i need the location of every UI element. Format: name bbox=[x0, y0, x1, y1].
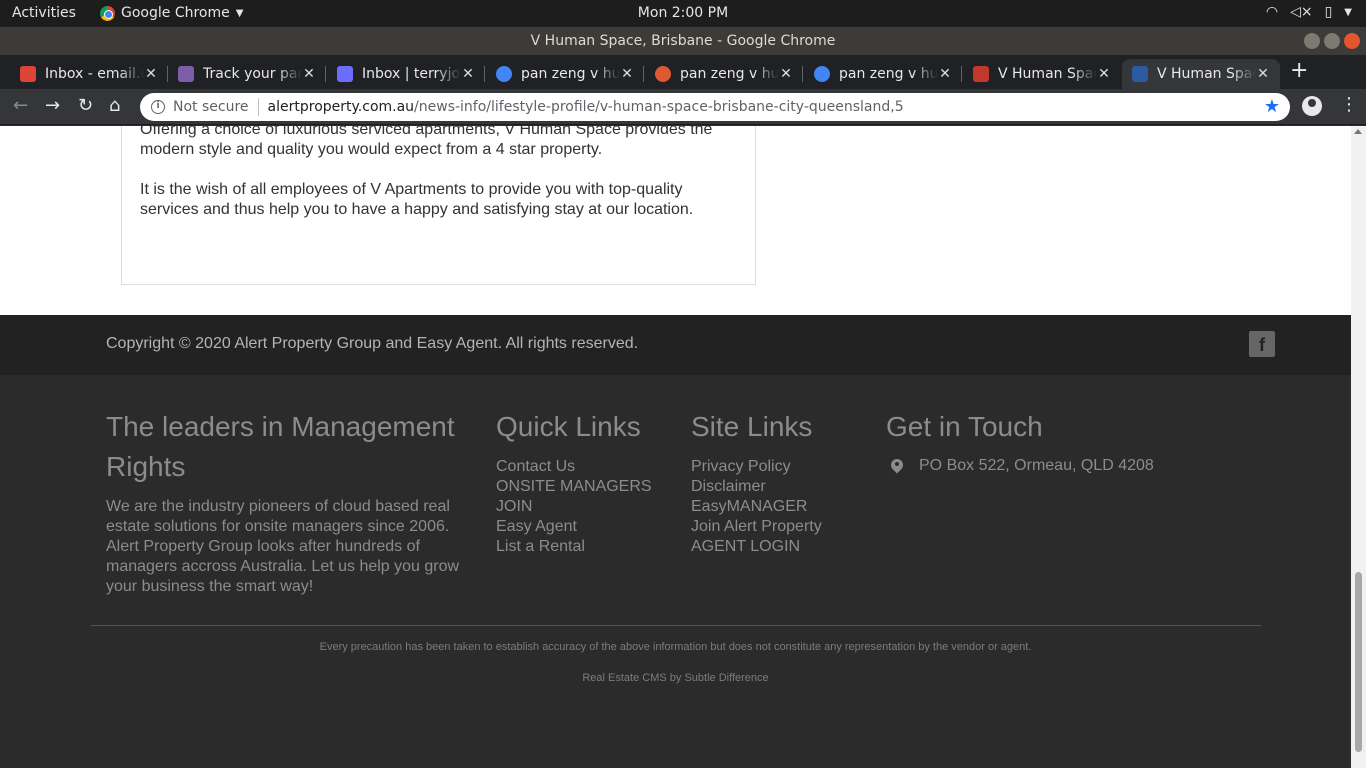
tab[interactable]: Track your parcel ✕ bbox=[168, 59, 326, 89]
scroll-up-arrow-icon[interactable] bbox=[1354, 129, 1362, 134]
forward-arrow-icon[interactable]: → bbox=[45, 97, 60, 115]
footer-about: The leaders in Management Rights We are … bbox=[106, 407, 466, 597]
contact-heading: Get in Touch bbox=[886, 411, 1043, 442]
tab[interactable]: pan zeng v hu ✕ bbox=[804, 59, 962, 89]
about-heading: The leaders in Management Rights bbox=[106, 411, 455, 482]
parcel-icon bbox=[178, 66, 194, 82]
tab[interactable]: V Human Space ✕ bbox=[963, 59, 1121, 89]
clock[interactable]: Mon 2:00 PM bbox=[0, 5, 1366, 21]
tab-strip: Inbox - email.u ✕ Track your parcel ✕ In… bbox=[0, 55, 1366, 89]
close-icon[interactable]: ✕ bbox=[779, 66, 793, 82]
tab-label: Inbox - email.u bbox=[45, 66, 144, 82]
link-list-a-rental[interactable]: List a Rental bbox=[496, 537, 652, 557]
tab-label: pan zeng v hu bbox=[521, 66, 620, 82]
footer-site-links: Site Links Privacy Policy Disclaimer Eas… bbox=[691, 407, 822, 557]
link-privacy-policy[interactable]: Privacy Policy bbox=[691, 457, 822, 477]
caret-down-icon: ▼ bbox=[1344, 7, 1352, 18]
link-contact-us[interactable]: Contact Us bbox=[496, 457, 652, 477]
link-disclaimer[interactable]: Disclaimer bbox=[691, 477, 822, 497]
link-easy-agent[interactable]: Easy Agent bbox=[496, 517, 652, 537]
site-footer: The leaders in Management Rights We are … bbox=[0, 375, 1351, 768]
footer-quick-links: Quick Links Contact Us ONSITE MANAGERS J… bbox=[496, 407, 652, 557]
volume-muted-icon: ◁× bbox=[1290, 4, 1313, 20]
minimize-button[interactable] bbox=[1304, 33, 1320, 49]
maximize-button[interactable] bbox=[1324, 33, 1340, 49]
link-join[interactable]: JOIN bbox=[496, 497, 652, 517]
close-icon[interactable]: ✕ bbox=[620, 66, 634, 82]
tab-active[interactable]: V Human Space ✕ bbox=[1122, 59, 1280, 89]
article-box: Offering a choice of luxurious serviced … bbox=[121, 126, 756, 285]
window-title: V Human Space, Brisbane - Google Chrome bbox=[530, 33, 836, 49]
tab[interactable]: Inbox - email.u ✕ bbox=[10, 59, 168, 89]
tab-label: V Human Space bbox=[1157, 66, 1256, 82]
close-icon[interactable]: ✕ bbox=[1097, 66, 1111, 82]
google-icon bbox=[496, 66, 512, 82]
close-icon[interactable]: ✕ bbox=[461, 66, 475, 82]
facebook-icon[interactable]: f bbox=[1249, 331, 1275, 357]
window-controls bbox=[1304, 33, 1360, 49]
page-scrollbar[interactable] bbox=[1351, 126, 1366, 768]
tab-label: pan zeng v hu bbox=[839, 66, 938, 82]
close-window-button[interactable] bbox=[1344, 33, 1360, 49]
close-icon[interactable]: ✕ bbox=[144, 66, 158, 82]
footer-divider bbox=[91, 625, 1261, 626]
account-icon[interactable] bbox=[1302, 96, 1322, 116]
copyright-text: Copyright © 2020 Alert Property Group an… bbox=[106, 335, 639, 352]
link-onsite-managers[interactable]: ONSITE MANAGERS bbox=[496, 477, 652, 497]
divider bbox=[257, 98, 259, 116]
browser-toolbar: ← → ↻ ⌂ i Not secure alertproperty.com.a… bbox=[0, 89, 1366, 125]
about-text: We are the industry pioneers of cloud ba… bbox=[106, 498, 460, 595]
tab-label: Track your parcel bbox=[203, 66, 302, 82]
address: PO Box 522, Ormeau, QLD 4208 bbox=[886, 457, 1154, 475]
url-path: /news-info/lifestyle-profile/v-human-spa… bbox=[414, 99, 904, 115]
address-text: PO Box 522, Ormeau, QLD 4208 bbox=[919, 457, 1154, 474]
alert-property-icon bbox=[973, 66, 989, 82]
system-tray[interactable]: ◠ ◁× ▯ ▼ bbox=[1266, 4, 1352, 20]
gmail-icon bbox=[20, 66, 36, 82]
page-viewport: Offering a choice of luxurious serviced … bbox=[0, 126, 1351, 768]
home-icon bbox=[1132, 66, 1148, 82]
link-easymanager[interactable]: EasyMANAGER bbox=[691, 497, 822, 517]
kebab-menu-icon[interactable]: ⋮ bbox=[1340, 94, 1358, 115]
copyright-bar: Copyright © 2020 Alert Property Group an… bbox=[0, 315, 1351, 375]
tab-label: V Human Space bbox=[998, 66, 1097, 82]
footer-contact: Get in Touch PO Box 522, Ormeau, QLD 420… bbox=[886, 407, 1154, 475]
close-icon[interactable]: ✕ bbox=[1256, 66, 1270, 82]
home-icon[interactable]: ⌂ bbox=[109, 97, 120, 115]
site-links-heading: Site Links bbox=[691, 411, 813, 442]
article-paragraph: It is the wish of all employees of V Apa… bbox=[140, 181, 694, 218]
tab[interactable]: pan zeng v hu ✕ bbox=[645, 59, 803, 89]
google-icon bbox=[814, 66, 830, 82]
close-icon[interactable]: ✕ bbox=[302, 66, 316, 82]
back-arrow-icon[interactable]: ← bbox=[13, 97, 28, 115]
security-status[interactable]: Not secure bbox=[173, 99, 249, 115]
disclaimer-text: Every precaution has been taken to estab… bbox=[319, 641, 1032, 653]
window-title-bar: V Human Space, Brisbane - Google Chrome bbox=[0, 27, 1366, 55]
tab[interactable]: pan zeng v hu ✕ bbox=[486, 59, 644, 89]
reload-icon[interactable]: ↻ bbox=[78, 97, 93, 115]
wifi-icon: ◠ bbox=[1265, 4, 1279, 20]
info-icon[interactable]: i bbox=[151, 100, 165, 114]
content-area: Offering a choice of luxurious serviced … bbox=[0, 126, 1351, 315]
battery-icon: ▯ bbox=[1324, 4, 1333, 20]
cms-credit-link[interactable]: Real Estate CMS by Subtle Difference bbox=[0, 672, 1351, 684]
new-tab-button[interactable]: + bbox=[1290, 59, 1308, 83]
bookmark-star-icon[interactable]: ★ bbox=[1264, 96, 1280, 117]
tab[interactable]: Inbox | terryjones ✕ bbox=[327, 59, 485, 89]
link-join-alert-property[interactable]: Join Alert Property bbox=[691, 517, 822, 537]
article-paragraph: Offering a choice of luxurious serviced … bbox=[140, 126, 713, 158]
mail-lock-icon bbox=[337, 66, 353, 82]
scrollbar-thumb[interactable] bbox=[1355, 572, 1362, 752]
address-bar[interactable]: i Not secure alertproperty.com.au /news-… bbox=[140, 93, 1290, 121]
system-top-bar: Activities Google Chrome ▼ Mon 2:00 PM ◠… bbox=[0, 0, 1366, 27]
map-pin-icon bbox=[891, 459, 905, 473]
tab-label: Inbox | terryjones bbox=[362, 66, 461, 82]
url-domain: alertproperty.com.au bbox=[267, 99, 415, 115]
tab-label: pan zeng v hu bbox=[680, 66, 779, 82]
duckduckgo-icon bbox=[655, 66, 671, 82]
close-icon[interactable]: ✕ bbox=[938, 66, 952, 82]
link-agent-login[interactable]: AGENT LOGIN bbox=[691, 537, 822, 557]
quick-links-heading: Quick Links bbox=[496, 411, 641, 442]
